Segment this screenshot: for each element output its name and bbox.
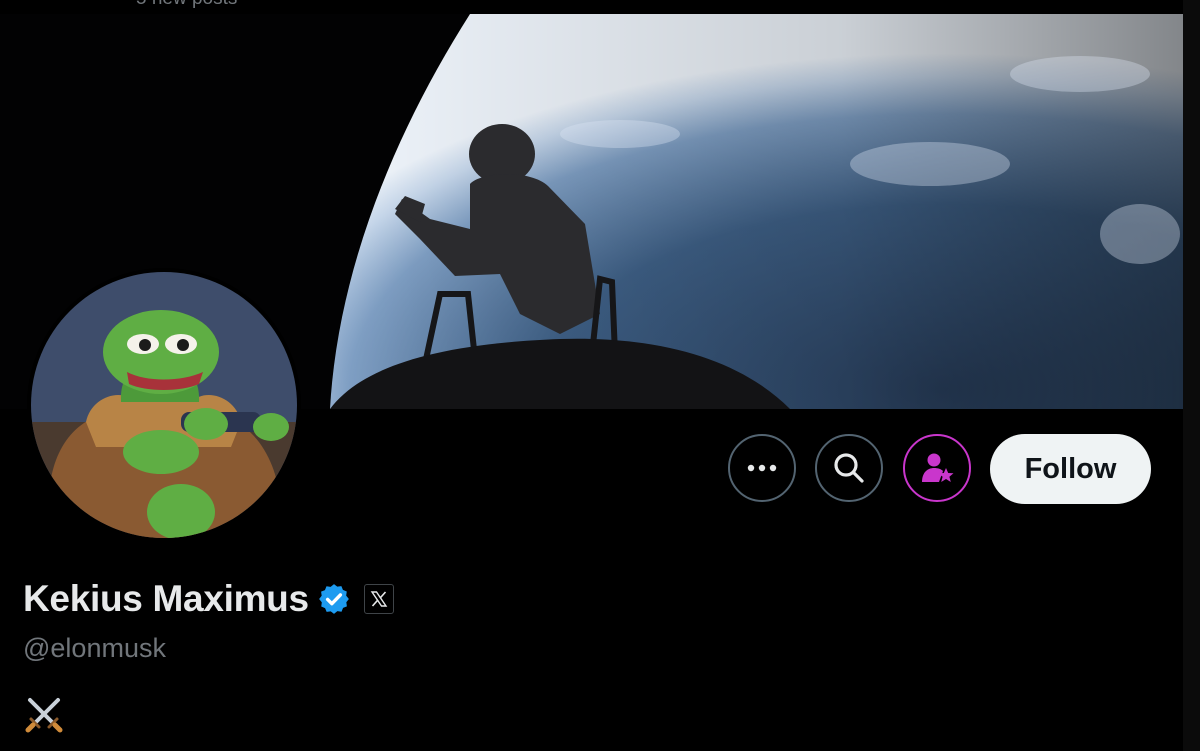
header-strip: 5 new posts: [0, 0, 1200, 14]
username-handle: @elonmusk: [23, 633, 166, 663]
bio: ⚔️: [24, 694, 64, 734]
subscribe-button[interactable]: [903, 434, 971, 502]
avatar-image: [31, 272, 297, 538]
scrollbar[interactable]: [1183, 0, 1200, 751]
new-posts-count[interactable]: 5 new posts: [136, 0, 237, 10]
subscribe-person-star-icon: [922, 453, 954, 482]
crossed-swords-icon: [25, 698, 63, 733]
profile-name-row: Kekius Maximus: [23, 578, 394, 620]
search-profile-button[interactable]: [815, 434, 883, 502]
verified-badge-icon[interactable]: [317, 582, 351, 616]
more-horizontal-icon: [747, 464, 777, 472]
search-icon: [834, 453, 864, 483]
avatar[interactable]: [27, 268, 301, 542]
display-name: Kekius Maximus: [23, 578, 309, 619]
x-logo-icon: [370, 591, 388, 607]
more-options-button[interactable]: [728, 434, 796, 502]
affiliation-badge[interactable]: [363, 584, 394, 614]
follow-button[interactable]: Follow: [990, 434, 1151, 504]
bio-text: ⚔️: [24, 694, 25, 695]
